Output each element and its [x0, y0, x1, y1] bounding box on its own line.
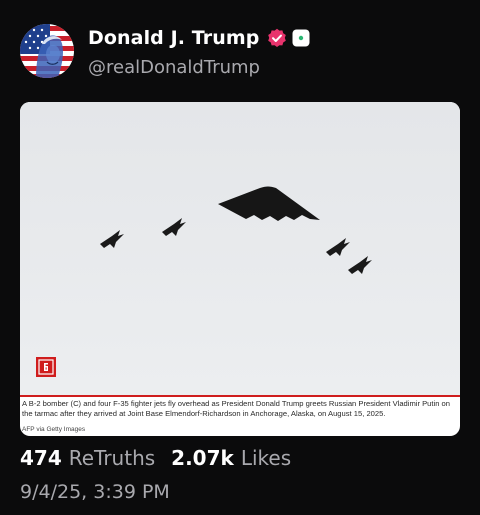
avatar[interactable] — [20, 24, 74, 78]
likes-label[interactable]: Likes — [241, 446, 291, 470]
likes-count[interactable]: 2.07k — [171, 446, 234, 470]
verified-check-icon — [267, 28, 287, 48]
account-badge-icon — [292, 29, 310, 47]
post-stats: 474 ReTruths 2.07k Likes — [20, 446, 291, 470]
display-name[interactable]: Donald J. Trump — [88, 27, 259, 49]
user-handle[interactable]: @realDonaldTrump — [88, 57, 310, 78]
photo-credit: AFP via Getty Images — [22, 426, 86, 433]
photo-caption: A B-2 bomber (C) and four F-35 fighter j… — [22, 399, 450, 418]
aircraft-photo[interactable] — [20, 102, 460, 396]
retruths-count[interactable]: 474 — [20, 446, 62, 470]
retruths-label[interactable]: ReTruths — [69, 446, 155, 470]
post-header: Donald J. Trump @realDonaldTrump — [20, 24, 310, 84]
aircraft-flyover-image — [20, 102, 460, 396]
post-media[interactable]: A B-2 bomber (C) and four F-35 fighter j… — [20, 102, 460, 436]
post-timestamp: 9/4/25, 3:39 PM — [20, 481, 170, 503]
nypost-logo — [36, 357, 56, 377]
caption-divider — [20, 395, 460, 397]
avatar-flag-portrait — [20, 24, 74, 78]
